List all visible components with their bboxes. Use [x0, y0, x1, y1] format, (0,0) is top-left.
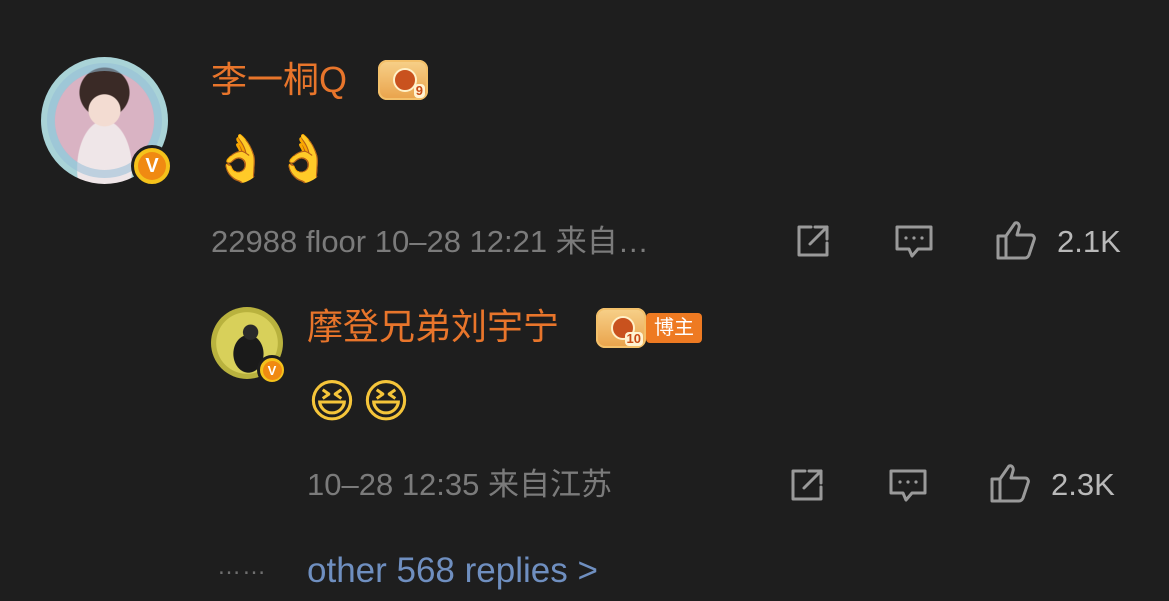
- verified-badge-icon: V: [257, 355, 287, 385]
- thumbs-up-icon[interactable]: [988, 461, 1032, 505]
- vip-crown-icon: 10: [596, 308, 646, 348]
- comment-body: 👌👌: [212, 131, 339, 185]
- vip-crown-icon: 9: [378, 60, 428, 100]
- thumbs-up-icon[interactable]: [994, 218, 1038, 262]
- more-replies-link[interactable]: other 568 replies >: [307, 551, 598, 591]
- reply-meta: 10–28 12:35 来自江苏: [307, 467, 613, 502]
- comment-icon[interactable]: [892, 219, 936, 263]
- comment-icon[interactable]: [886, 463, 930, 507]
- blogger-badge: 博主: [646, 313, 702, 343]
- crown-level: 10: [624, 331, 643, 346]
- like-count: 2.1K: [1057, 224, 1121, 259]
- share-icon[interactable]: [791, 219, 835, 263]
- more-replies-dots: ……: [217, 553, 267, 580]
- verified-badge-icon: V: [131, 145, 173, 187]
- commenter-name[interactable]: 李一桐Q: [211, 60, 347, 100]
- comment-meta: 22988 floor 10–28 12:21 来自…: [211, 224, 649, 259]
- reply-body: 😆😆: [308, 374, 416, 428]
- replier-name[interactable]: 摩登兄弟刘宇宁: [307, 307, 559, 347]
- like-count: 2.3K: [1051, 467, 1115, 502]
- crown-level: 9: [413, 83, 425, 98]
- share-icon[interactable]: [785, 463, 829, 507]
